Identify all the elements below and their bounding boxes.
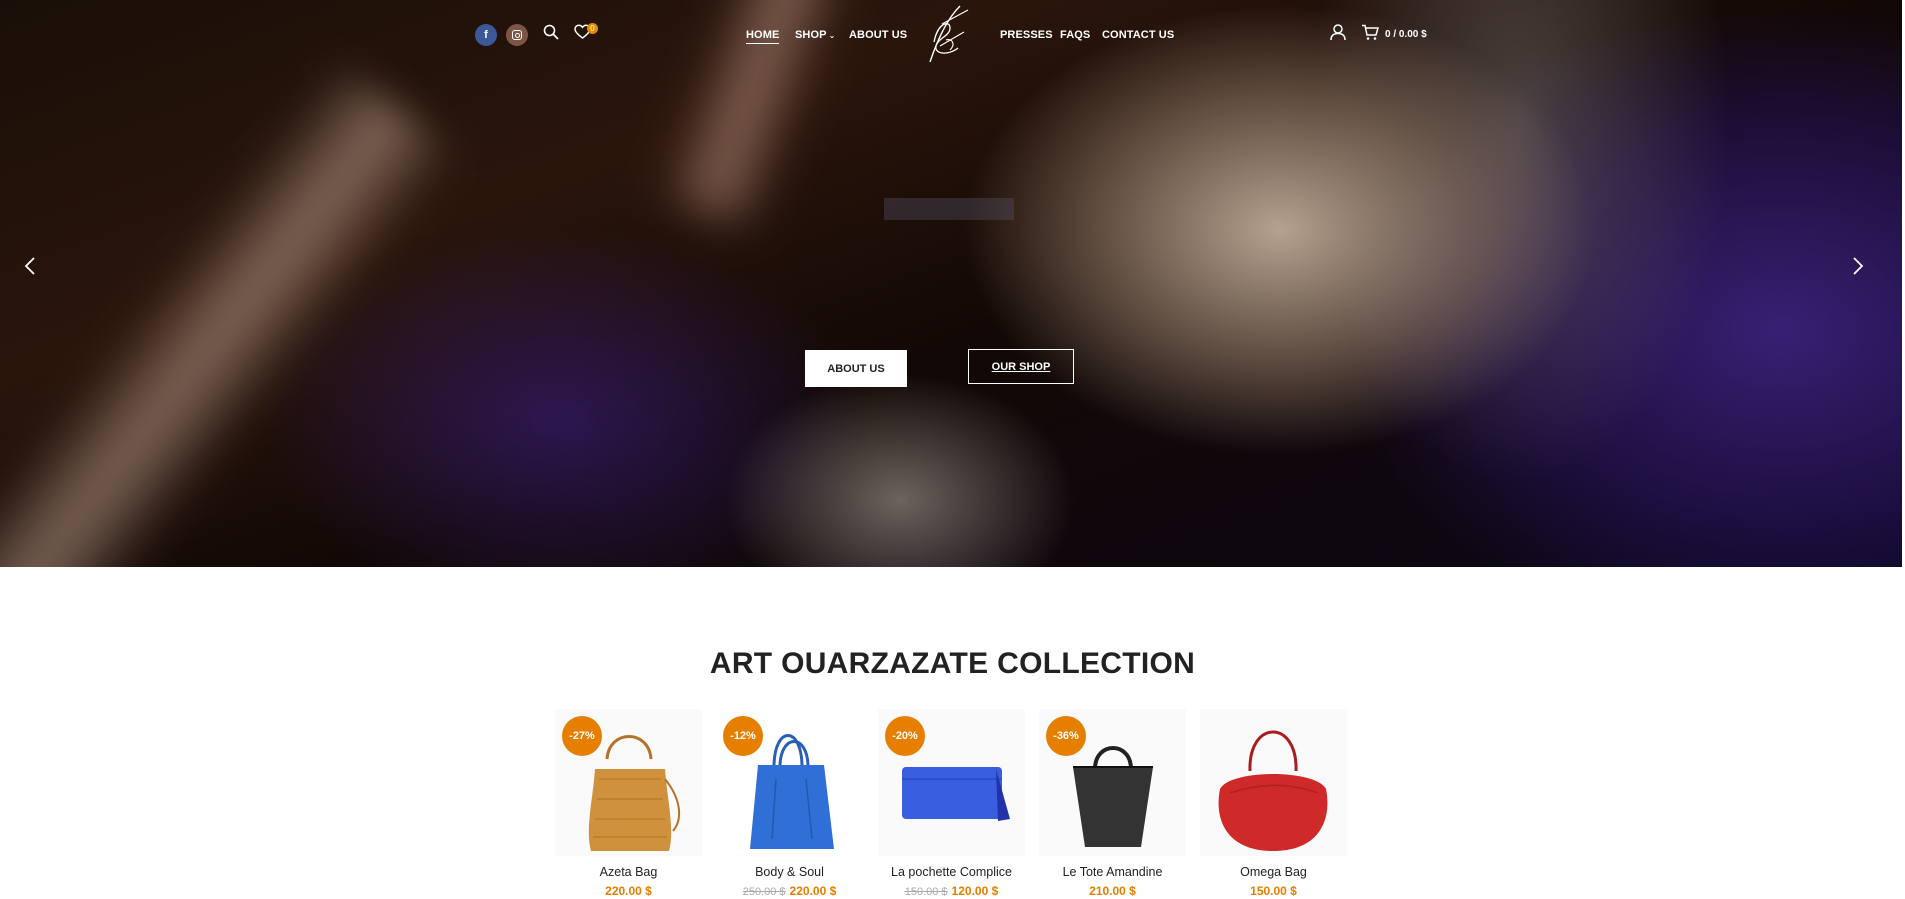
product-image[interactable]: -36%	[1039, 709, 1186, 856]
product-card[interactable]: Omega Bag 150.00 $	[1200, 709, 1347, 898]
product-name[interactable]: La pochette Complice	[878, 865, 1025, 879]
facebook-icon[interactable]: f	[475, 24, 497, 46]
cart-icon[interactable]	[1361, 24, 1379, 46]
instagram-icon[interactable]	[506, 24, 528, 46]
product-price: 210.00 $	[1039, 884, 1186, 898]
product-card[interactable]: -27% Azeta Bag 220.00 $	[555, 709, 702, 898]
cart-total[interactable]: 0 / 0.00 $	[1385, 29, 1427, 40]
product-image[interactable]: -12%	[716, 709, 863, 856]
product-image[interactable]	[1200, 709, 1347, 856]
current-price: 150.00 $	[1250, 884, 1297, 898]
current-price: 220.00 $	[605, 884, 652, 898]
product-card[interactable]: -36% Le Tote Amandine 210.00 $	[1039, 709, 1186, 898]
nav-shop[interactable]: SHOP ⌄	[795, 29, 835, 41]
collection-title: ART OUARZAZATE COLLECTION	[709, 647, 1196, 680]
user-icon[interactable]	[1330, 24, 1346, 46]
product-name[interactable]: Omega Bag	[1200, 865, 1347, 879]
chevron-down-icon: ⌄	[828, 31, 836, 40]
discount-badge: -20%	[885, 716, 925, 756]
old-price: 250.00 $	[742, 886, 786, 898]
product-price: 220.00 $	[555, 884, 702, 898]
search-icon[interactable]	[543, 24, 559, 45]
hero-background-detail	[0, 58, 461, 567]
product-image[interactable]: -27%	[555, 709, 702, 856]
product-card[interactable]: -20% La pochette Complice 150.00 $120.00…	[878, 709, 1025, 898]
slider-prev-arrow[interactable]	[24, 256, 36, 282]
product-card[interactable]: -12% Body & Soul 250.00 $220.00 $	[716, 709, 863, 898]
current-price: 210.00 $	[1089, 884, 1136, 898]
nav-home[interactable]: HOME	[746, 29, 780, 44]
product-name[interactable]: Azeta Bag	[555, 865, 702, 879]
site-header: f 0 HOME SHOP ⌄ ABOUT US PRESSES FAQS CON…	[0, 0, 1902, 70]
nav-about[interactable]: ABOUT US	[849, 29, 907, 41]
old-price: 150.00 $	[904, 886, 948, 898]
nav-faqs[interactable]: FAQS	[1060, 29, 1090, 41]
site-logo[interactable]	[920, 2, 980, 73]
current-price: 220.00 $	[789, 884, 837, 898]
nav-contact[interactable]: CONTACT US	[1102, 29, 1174, 41]
nav-presses[interactable]: PRESSES	[1000, 29, 1053, 41]
product-name[interactable]: Body & Soul	[716, 865, 863, 879]
current-price: 120.00 $	[951, 884, 999, 898]
product-price: 250.00 $220.00 $	[716, 884, 863, 898]
product-image[interactable]: -20%	[878, 709, 1025, 856]
slider-next-arrow[interactable]	[1852, 256, 1864, 282]
wishlist-count-badge: 0	[587, 23, 598, 34]
product-price: 150.00 $120.00 $	[878, 884, 1025, 898]
hero-faded-caption	[884, 198, 1014, 220]
product-price: 150.00 $	[1200, 884, 1347, 898]
nav-shop-label: SHOP	[795, 29, 827, 41]
discount-badge: -12%	[723, 716, 763, 756]
product-name[interactable]: Le Tote Amandine	[1039, 865, 1186, 879]
about-us-button[interactable]: ABOUT US	[805, 350, 907, 387]
discount-badge: -27%	[562, 716, 602, 756]
discount-badge: -36%	[1046, 716, 1086, 756]
our-shop-button[interactable]: OUR SHOP	[968, 349, 1074, 384]
hero-slider: ABOUT US OUR SHOP	[0, 0, 1902, 567]
